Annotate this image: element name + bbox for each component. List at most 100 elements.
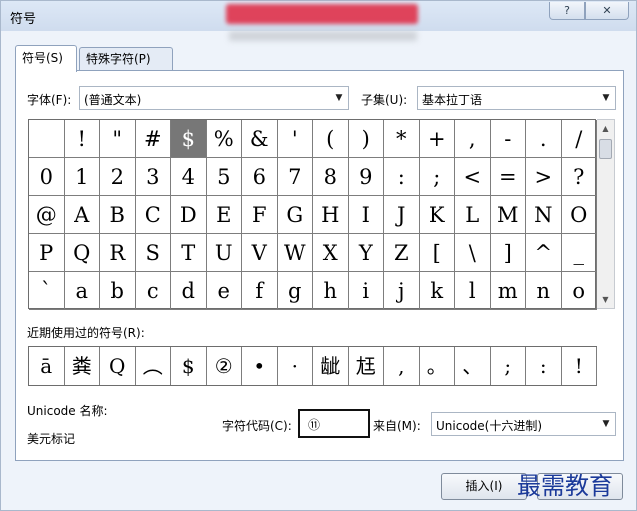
symbol-grid-scrollbar[interactable]: ▲ ▼ bbox=[597, 119, 615, 309]
symbol-cell[interactable]: Q bbox=[64, 234, 100, 272]
symbol-cell[interactable]: I bbox=[348, 196, 384, 234]
recent-symbol-cell[interactable]: $ bbox=[171, 347, 207, 385]
recent-symbol-cell[interactable]: , bbox=[384, 347, 420, 385]
symbol-cell[interactable]: X bbox=[313, 234, 349, 272]
recent-symbol-cell[interactable]: ! bbox=[562, 347, 597, 385]
from-select[interactable]: Unicode(十六进制) ▼ bbox=[431, 412, 616, 436]
symbol-cell[interactable]: l bbox=[455, 272, 491, 310]
chevron-down-icon[interactable]: ▼ bbox=[597, 87, 615, 109]
symbol-cell[interactable]: C bbox=[135, 196, 171, 234]
symbol-cell[interactable]: i bbox=[348, 272, 384, 310]
recent-symbol-cell[interactable]: : bbox=[526, 347, 562, 385]
char-code-input[interactable]: ⑪ bbox=[298, 409, 370, 438]
symbol-cell[interactable]: % bbox=[206, 120, 242, 158]
symbol-cell[interactable]: ; bbox=[419, 158, 455, 196]
symbol-cell[interactable]: E bbox=[206, 196, 242, 234]
symbol-cell[interactable]: 8 bbox=[313, 158, 349, 196]
symbol-cell[interactable]: o bbox=[561, 272, 597, 310]
symbol-cell[interactable]: Z bbox=[384, 234, 420, 272]
symbol-cell[interactable]: 3 bbox=[135, 158, 171, 196]
symbol-cell[interactable]: , bbox=[455, 120, 491, 158]
symbol-cell[interactable]: R bbox=[100, 234, 136, 272]
symbol-cell[interactable]: n bbox=[526, 272, 562, 310]
symbol-cell[interactable]: ( bbox=[313, 120, 349, 158]
symbol-cell[interactable]: + bbox=[419, 120, 455, 158]
symbol-cell[interactable]: 1 bbox=[64, 158, 100, 196]
recent-symbol-cell[interactable]: 。 bbox=[420, 347, 455, 385]
symbol-cell[interactable]: e bbox=[206, 272, 242, 310]
symbol-cell[interactable]: \ bbox=[455, 234, 491, 272]
recent-symbol-cell[interactable]: 粪 bbox=[65, 347, 100, 385]
symbol-cell[interactable]: ? bbox=[561, 158, 597, 196]
symbol-cell[interactable]: O bbox=[561, 196, 597, 234]
close-button[interactable]: ✕ bbox=[585, 2, 629, 20]
symbol-cell[interactable]: 7 bbox=[277, 158, 313, 196]
recent-symbol-cell[interactable]: 龇 bbox=[313, 347, 349, 385]
recent-symbol-cell[interactable]: 、 bbox=[455, 347, 491, 385]
symbol-cell[interactable]: 5 bbox=[206, 158, 242, 196]
recent-symbol-cell[interactable]: ︵ bbox=[136, 347, 171, 385]
insert-button[interactable]: 插入(I) bbox=[441, 473, 527, 500]
subset-select[interactable]: 基本拉丁语 ▼ bbox=[417, 86, 616, 110]
recent-symbol-cell[interactable]: ② bbox=[207, 347, 242, 385]
symbol-cell[interactable]: $ bbox=[171, 120, 207, 158]
symbol-cell[interactable]: & bbox=[242, 120, 278, 158]
symbol-cell[interactable]: V bbox=[242, 234, 278, 272]
symbol-cell[interactable]: M bbox=[490, 196, 526, 234]
symbol-cell[interactable]: = bbox=[490, 158, 526, 196]
tab-symbols[interactable]: 符号(S) bbox=[15, 45, 77, 72]
symbol-cell[interactable]: H bbox=[313, 196, 349, 234]
symbol-cell[interactable]: d bbox=[171, 272, 207, 310]
chevron-down-icon[interactable]: ▼ bbox=[330, 87, 348, 109]
symbol-cell[interactable]: L bbox=[455, 196, 491, 234]
symbol-cell[interactable]: " bbox=[100, 120, 136, 158]
symbol-cell[interactable]: j bbox=[384, 272, 420, 310]
symbol-cell[interactable]: A bbox=[64, 196, 100, 234]
symbol-cell[interactable]: T bbox=[171, 234, 207, 272]
font-select[interactable]: (普通文本) ▼ bbox=[79, 86, 349, 110]
chevron-down-icon[interactable]: ▼ bbox=[597, 413, 615, 435]
symbol-cell[interactable]: ' bbox=[277, 120, 313, 158]
scrollbar-thumb[interactable] bbox=[599, 139, 612, 159]
symbol-cell[interactable]: : bbox=[384, 158, 420, 196]
symbol-cell[interactable]: _ bbox=[561, 234, 597, 272]
symbol-cell[interactable]: S bbox=[135, 234, 171, 272]
symbol-cell[interactable]: ` bbox=[29, 272, 65, 310]
symbol-cell[interactable]: 2 bbox=[100, 158, 136, 196]
symbol-cell[interactable]: . bbox=[526, 120, 562, 158]
symbol-cell[interactable]: / bbox=[561, 120, 597, 158]
symbol-cell[interactable]: ) bbox=[348, 120, 384, 158]
symbol-cell[interactable]: D bbox=[171, 196, 207, 234]
symbol-cell[interactable]: * bbox=[384, 120, 420, 158]
symbol-cell[interactable]: @ bbox=[29, 196, 65, 234]
symbol-cell[interactable]: J bbox=[384, 196, 420, 234]
symbol-cell[interactable]: ! bbox=[64, 120, 100, 158]
symbol-cell[interactable]: c bbox=[135, 272, 171, 310]
symbol-cell[interactable]: ^ bbox=[526, 234, 562, 272]
symbol-cell[interactable]: W bbox=[277, 234, 313, 272]
recent-symbol-cell[interactable]: 尪 bbox=[349, 347, 384, 385]
recent-symbol-cell[interactable]: ā bbox=[29, 347, 65, 385]
symbol-cell[interactable]: B bbox=[100, 196, 136, 234]
symbol-cell[interactable]: f bbox=[242, 272, 278, 310]
symbol-cell[interactable]: U bbox=[206, 234, 242, 272]
recent-symbol-cell[interactable]: Q bbox=[100, 347, 136, 385]
symbol-cell[interactable]: 9 bbox=[348, 158, 384, 196]
symbol-cell[interactable]: 0 bbox=[29, 158, 65, 196]
symbol-cell[interactable]: [ bbox=[419, 234, 455, 272]
recent-symbol-cell[interactable]: · bbox=[278, 347, 313, 385]
symbol-cell[interactable]: G bbox=[277, 196, 313, 234]
scroll-down-icon[interactable]: ▼ bbox=[597, 291, 614, 308]
symbol-cell[interactable]: g bbox=[277, 272, 313, 310]
scroll-up-icon[interactable]: ▲ bbox=[597, 120, 614, 137]
symbol-cell[interactable]: - bbox=[490, 120, 526, 158]
recent-symbol-cell[interactable]: ; bbox=[491, 347, 526, 385]
symbol-cell[interactable]: N bbox=[526, 196, 562, 234]
symbol-cell[interactable]: P bbox=[29, 234, 65, 272]
symbol-cell[interactable]: K bbox=[419, 196, 455, 234]
symbol-cell[interactable]: b bbox=[100, 272, 136, 310]
symbol-cell[interactable]: a bbox=[64, 272, 100, 310]
symbol-cell[interactable]: 6 bbox=[242, 158, 278, 196]
recent-symbol-cell[interactable]: • bbox=[242, 347, 278, 385]
symbol-cell[interactable]: 4 bbox=[171, 158, 207, 196]
